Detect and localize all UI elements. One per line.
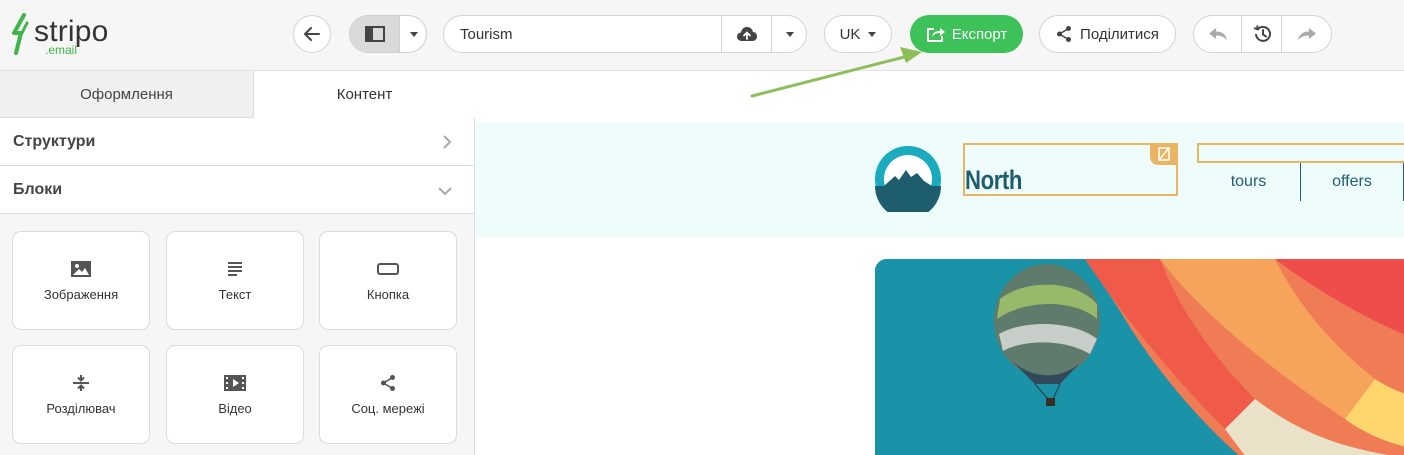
chevron-right-icon: [443, 135, 452, 149]
history-icon: [1253, 25, 1271, 42]
block-video[interactable]: Відео: [166, 345, 304, 444]
view-mode-toggle: [349, 15, 427, 53]
share-button[interactable]: Поділитися: [1039, 15, 1176, 53]
template-name-field: [443, 15, 807, 53]
block-social[interactable]: Соц. мережі: [319, 345, 457, 444]
hero-image[interactable]: [875, 259, 1404, 455]
save-button[interactable]: [721, 16, 771, 52]
layout-icon: [364, 26, 385, 42]
logo-suffix: .email: [45, 43, 78, 57]
block-label: Розділювач: [46, 400, 116, 416]
tab-design[interactable]: Оформлення: [0, 71, 254, 118]
block-spacer[interactable]: Розділювач: [12, 345, 150, 444]
stripo-logo-mark: [12, 13, 29, 55]
mountain-logo-icon[interactable]: [875, 146, 941, 212]
template-name-input[interactable]: [444, 16, 721, 52]
block-label: Відео: [218, 400, 252, 416]
block-label: Кнопка: [366, 286, 410, 302]
share-label: Поділитися: [1080, 25, 1159, 43]
chevron-down-icon: [409, 31, 418, 37]
history-controls: [1193, 15, 1332, 53]
structures-section[interactable]: Структури: [0, 118, 474, 166]
view-mode-dropdown[interactable]: [400, 16, 426, 52]
arrow-left-icon: [304, 27, 320, 41]
top-toolbar: stripo .email Tourism UK Експорт Поділит…: [0, 0, 1404, 71]
menu-item-offers[interactable]: offers: [1301, 163, 1404, 201]
brand-name: North: [965, 165, 1022, 195]
undo-icon: [1208, 28, 1227, 40]
version-history-button[interactable]: [1242, 16, 1282, 52]
hot-air-balloons-image: [875, 259, 1404, 455]
cloud-upload-icon: [736, 27, 757, 41]
block-image[interactable]: Зображення: [12, 231, 150, 330]
save-options-dropdown[interactable]: [771, 16, 806, 52]
language-select[interactable]: UK: [824, 15, 892, 53]
block-button[interactable]: Кнопка: [319, 231, 457, 330]
brand-name-block[interactable]: North: [963, 143, 1178, 196]
section-title: Структури: [13, 132, 96, 150]
chevron-down-icon: [438, 187, 452, 196]
spacer-icon: [72, 374, 90, 392]
chevron-down-icon: [868, 31, 877, 37]
export-label: Експорт: [951, 25, 1008, 43]
button-icon: [377, 260, 399, 278]
back-button[interactable]: [293, 15, 331, 53]
unlink-icon: [1158, 147, 1170, 161]
desktop-view-button[interactable]: [350, 16, 400, 52]
section-title: Блоки: [13, 180, 63, 198]
block-label: Соц. мережі: [351, 400, 425, 416]
chevron-down-icon: [785, 31, 794, 37]
block-settings-badge[interactable]: [1150, 143, 1178, 165]
block-label: Зображення: [43, 286, 119, 302]
panel-tabs: Оформлення Контент: [0, 71, 475, 118]
export-icon: [926, 27, 945, 42]
menu-item-tours[interactable]: tours: [1197, 163, 1301, 201]
menu-block-selection[interactable]: [1197, 143, 1404, 163]
block-label: Текст: [218, 286, 252, 302]
share-icon: [1057, 26, 1072, 42]
text-icon: [227, 260, 243, 278]
redo-icon: [1298, 28, 1316, 40]
email-canvas[interactable]: North tours offers: [476, 71, 1404, 455]
left-panel: Оформлення Контент Структури Блоки Зобра…: [0, 71, 475, 455]
blocks-grid: Зображення Текст Кнопка Розділювач Відео…: [0, 214, 474, 455]
undo-button[interactable]: [1194, 16, 1242, 52]
language-label: UK: [839, 25, 861, 43]
video-icon: [224, 374, 246, 392]
stripo-editor: stripo .email Tourism UK Експорт Поділит…: [0, 0, 1404, 455]
block-text[interactable]: Текст: [166, 231, 304, 330]
export-button[interactable]: Експорт: [910, 15, 1023, 53]
tab-content[interactable]: Контент: [254, 71, 475, 118]
blocks-section[interactable]: Блоки: [0, 166, 474, 214]
image-icon: [71, 260, 91, 278]
redo-button[interactable]: [1282, 16, 1331, 52]
share-icon: [380, 374, 396, 392]
